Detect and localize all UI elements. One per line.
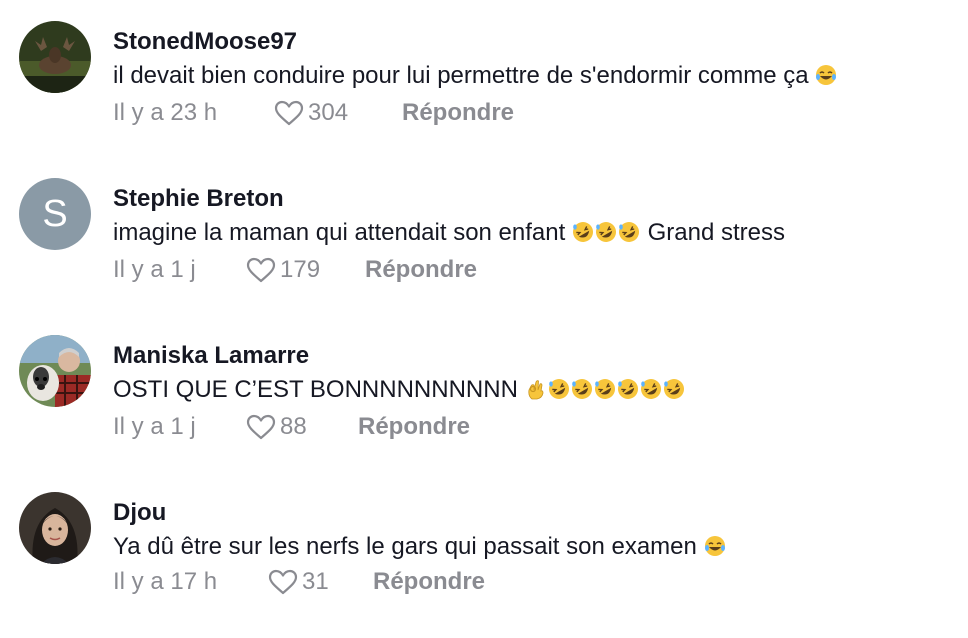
rolling-on-floor-laughing-icon (572, 222, 593, 242)
avatar[interactable] (19, 492, 91, 564)
person-with-dog-photo-icon (19, 335, 91, 407)
rolling-on-floor-laughing-icon (571, 379, 592, 399)
reply-button[interactable]: Répondre (358, 413, 470, 441)
face-with-tears-of-joy-icon (816, 65, 837, 85)
comment-username[interactable]: Maniska Lamarre (113, 342, 309, 370)
avatar[interactable]: S (19, 178, 91, 250)
comment-item: StonedMoose97 il devait bien conduire po… (0, 0, 968, 150)
comment-username[interactable]: Stephie Breton (113, 185, 284, 213)
like-button[interactable]: 31 (268, 568, 329, 596)
like-button[interactable]: 88 (246, 413, 307, 441)
comment-text: Ya dû être sur les nerfs le gars qui pas… (113, 533, 727, 561)
comment-text-content: Ya dû être sur les nerfs le gars qui pas… (113, 533, 697, 560)
avatar[interactable] (19, 21, 91, 93)
comment-text: imagine la maman qui attendait son enfan… (113, 219, 785, 247)
like-count: 31 (302, 568, 329, 595)
comment-time: Il y a 17 h (113, 568, 218, 595)
comment-item: Djou Ya dû être sur les nerfs le gars qu… (0, 471, 968, 621)
comment-time: Il y a 1 j (113, 413, 196, 440)
like-count: 88 (280, 413, 307, 440)
rolling-on-floor-laughing-icon (548, 379, 569, 399)
avatar[interactable] (19, 335, 91, 407)
comment-text-content-after: Grand stress (647, 219, 786, 246)
heart-icon (274, 100, 304, 126)
reply-button[interactable]: Répondre (365, 256, 477, 284)
heart-icon (268, 569, 298, 595)
reply-button[interactable]: Répondre (402, 99, 514, 127)
like-button[interactable]: 304 (274, 99, 348, 127)
rolling-on-floor-laughing-icon (595, 222, 616, 242)
comment-item: S Stephie Breton imagine la maman qui at… (0, 157, 968, 307)
rolling-on-floor-laughing-icon (640, 379, 661, 399)
heart-icon (246, 257, 276, 283)
ok-hand-icon (528, 380, 543, 400)
rolling-on-floor-laughing-icon (617, 379, 638, 399)
face-with-tears-of-joy-icon (704, 536, 725, 556)
comment-item: Maniska Lamarre OSTI QUE C’EST BONNNNNNN… (0, 314, 968, 464)
woman-portrait-photo-icon (19, 492, 91, 564)
moose-photo-icon (19, 21, 91, 93)
comment-time: Il y a 23 h (113, 99, 218, 126)
comment-username[interactable]: StonedMoose97 (113, 28, 297, 56)
like-count: 179 (280, 256, 321, 283)
comment-text-content: il devait bien conduire pour lui permett… (113, 62, 809, 89)
like-button[interactable]: 179 (246, 256, 320, 284)
comment-text-content: OSTI QUE C’EST BONNNNNNNNNN (113, 376, 518, 403)
comment-text-content: imagine la maman qui attendait son enfan… (113, 219, 566, 246)
heart-icon (246, 414, 276, 440)
rolling-on-floor-laughing-icon (618, 222, 639, 242)
like-count: 304 (308, 99, 349, 126)
comment-text: OSTI QUE C’EST BONNNNNNNNNN (113, 376, 686, 404)
comment-text: il devait bien conduire pour lui permett… (113, 62, 838, 90)
rolling-on-floor-laughing-icon (594, 379, 615, 399)
comment-username[interactable]: Djou (113, 499, 166, 527)
rolling-on-floor-laughing-icon (663, 379, 684, 399)
reply-button[interactable]: Répondre (373, 568, 485, 596)
comment-time: Il y a 1 j (113, 256, 196, 283)
